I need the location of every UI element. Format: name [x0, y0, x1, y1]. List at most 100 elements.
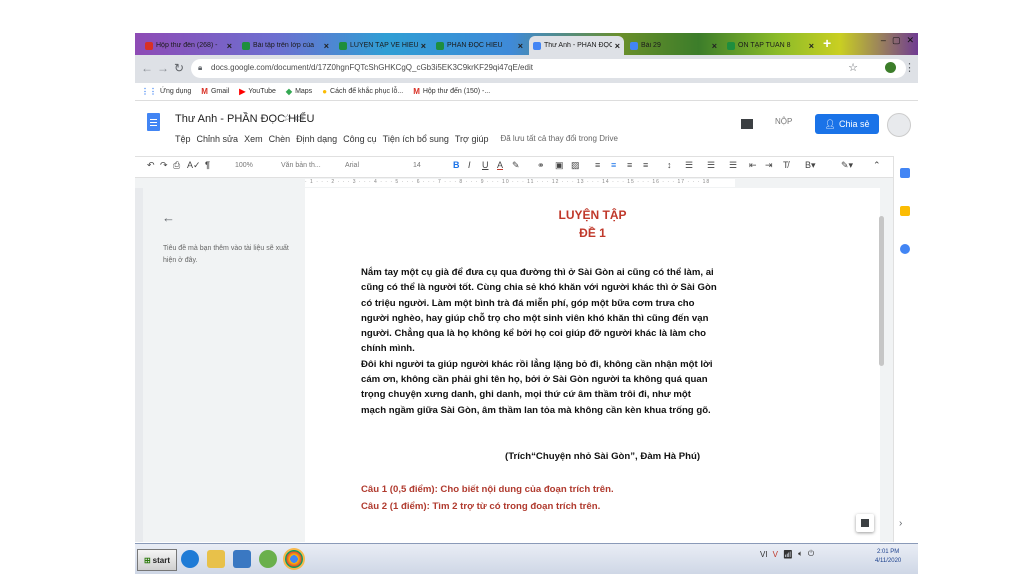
reload-icon[interactable]: ↻ [174, 61, 184, 75]
tab-classroom[interactable]: Bài tập trên lớp của × [238, 36, 333, 55]
close-tab-icon[interactable]: × [712, 41, 717, 51]
image-icon[interactable]: ▨ [571, 160, 580, 171]
scrollbar-thumb[interactable] [879, 216, 884, 366]
increase-indent-icon[interactable]: ⇥ [765, 160, 773, 171]
bookmark-maps[interactable]: ◆ Maps [286, 87, 312, 96]
bookmark-gmail[interactable]: M Gmail [201, 87, 229, 96]
document-page[interactable]: LUYỆN TẬP ĐỀ 1 Nắm tay một cụ già để đưa… [305, 188, 880, 542]
close-window-icon[interactable]: ✕ [906, 35, 914, 46]
network-icon[interactable]: 📶︎ [783, 550, 793, 559]
collapse-toolbar-icon[interactable]: ⌃ [873, 160, 881, 171]
bold-icon[interactable]: B [453, 160, 460, 170]
align-center-icon[interactable]: ≡ [611, 160, 616, 170]
bookmark-inbox[interactable]: M Hộp thư đến (150) -... [413, 87, 490, 96]
new-tab-button[interactable]: + [823, 35, 831, 51]
menu-edit[interactable]: Chỉnh sửa [197, 134, 239, 144]
power-icon[interactable]: ⏻ [808, 549, 814, 559]
app-icon[interactable] [259, 550, 277, 568]
close-tab-icon[interactable]: × [809, 41, 814, 51]
decrease-indent-icon[interactable]: ⇤ [749, 160, 757, 171]
style-select[interactable]: Văn bản th... [281, 162, 321, 169]
maximize-icon[interactable]: ▢ [892, 35, 901, 46]
tab-bai-29[interactable]: Bài 29 × [626, 36, 721, 55]
clear-format-icon[interactable]: T̸ [783, 160, 789, 170]
google-docs-icon[interactable] [147, 113, 160, 131]
vertical-ruler[interactable] [135, 188, 143, 542]
close-tab-icon[interactable]: × [421, 41, 426, 51]
keep-icon[interactable] [900, 206, 910, 216]
file-explorer-icon[interactable] [207, 550, 225, 568]
start-button[interactable]: ⊞ start [137, 549, 177, 571]
bookmark-apps[interactable]: ⋮⋮ Ứng dụng [141, 87, 191, 96]
submit-button[interactable]: NỘP [775, 117, 792, 126]
link-icon[interactable]: ⚭ [537, 160, 545, 171]
tab-phan-doc-hieu[interactable]: PHẦN ĐỌC HIỂU × [432, 36, 527, 55]
highlight-icon[interactable]: ✎ [512, 160, 520, 171]
calendar-icon[interactable] [900, 168, 910, 178]
menu-help[interactable]: Trợ giúp [455, 134, 489, 144]
menu-format[interactable]: Định dạng [296, 134, 337, 144]
redo-icon[interactable]: ↷ [160, 160, 168, 171]
italic-icon[interactable]: I [468, 160, 471, 170]
menu-file[interactable]: Tệp [175, 134, 191, 144]
chrome-icon[interactable] [285, 550, 303, 568]
volume-icon[interactable]: 🔈︎ [798, 549, 803, 559]
spellcheck-icon[interactable]: A✓ [187, 160, 201, 171]
justify-icon[interactable]: ≡ [643, 160, 648, 170]
bookmark-youtube[interactable]: ▶ YouTube [239, 87, 276, 96]
move-folder-icon[interactable]: ▭ [295, 113, 304, 124]
account-avatar[interactable] [887, 113, 911, 137]
editing-mode-icon[interactable]: ✎▾ [841, 160, 853, 171]
back-icon[interactable]: ← [141, 61, 153, 75]
close-tab-icon[interactable]: × [227, 41, 232, 51]
system-clock[interactable]: 2:01 PM 4/11/2020 [875, 548, 901, 566]
align-right-icon[interactable]: ≡ [627, 160, 632, 170]
extension-icon[interactable] [885, 62, 896, 73]
menu-addons[interactable]: Tiện ích bổ sung [383, 134, 449, 144]
chevron-right-icon[interactable]: › [899, 518, 902, 529]
bookmark-star-icon[interactable]: ☆ [848, 61, 858, 74]
underline-icon[interactable]: U [482, 160, 489, 170]
tab-gmail[interactable]: Hộp thư đến (268) - × [141, 36, 236, 55]
tab-luyen-tap[interactable]: LUYỆN TẬP VỀ HIỂU × [335, 36, 430, 55]
menu-tools[interactable]: Công cụ [343, 134, 377, 144]
line-spacing-icon[interactable]: ↕ [667, 160, 672, 170]
close-tab-icon[interactable]: × [518, 41, 523, 51]
forward-icon[interactable]: → [157, 61, 169, 75]
ie-icon[interactable] [181, 550, 199, 568]
checklist-icon[interactable]: ☰ [685, 160, 693, 171]
menu-insert[interactable]: Chèn [269, 134, 291, 144]
keyboard-icon[interactable]: V [773, 550, 778, 559]
close-tab-icon[interactable]: × [615, 41, 620, 51]
lock-icon[interactable]: 🔒︎ [198, 63, 202, 73]
font-size-select[interactable]: 14 [413, 162, 421, 169]
minimize-icon[interactable]: – [881, 35, 886, 46]
bookmark-fix[interactable]: ● Cách để khắc phục lỗ... [322, 87, 403, 96]
bulleted-list-icon[interactable]: ☰ [707, 160, 715, 171]
back-arrow-icon[interactable]: ← [162, 210, 175, 225]
media-player-icon[interactable] [233, 550, 251, 568]
zoom-select[interactable]: 100% [235, 162, 253, 169]
save-status[interactable]: Đã lưu tất cả thay đổi trong Drive [500, 134, 617, 144]
print-icon[interactable]: ⎙ [173, 160, 180, 171]
explore-button[interactable] [856, 514, 874, 532]
text-color-icon[interactable]: A [497, 160, 503, 170]
more-menu-icon[interactable]: ⋮ [904, 61, 915, 74]
menu-view[interactable]: Xem [244, 134, 263, 144]
tab-active-doc[interactable]: Thư Anh - PHẦN ĐỌC × [529, 36, 624, 55]
paint-format-icon[interactable]: ¶ [205, 160, 210, 170]
language-indicator[interactable]: VI [760, 550, 768, 559]
align-left-icon[interactable]: ≡ [595, 160, 600, 170]
tasks-icon[interactable] [900, 244, 910, 254]
comment-add-icon[interactable]: ▣ [555, 160, 564, 171]
input-tools-icon[interactable]: B▾ [805, 160, 816, 171]
comment-icon[interactable] [741, 119, 753, 129]
share-button[interactable]: 👤︎ Chia sẻ [815, 114, 879, 134]
star-icon[interactable]: ☆ [283, 113, 292, 124]
font-select[interactable]: Arial [345, 162, 359, 169]
undo-icon[interactable]: ↶ [147, 160, 155, 171]
numbered-list-icon[interactable]: ☰ [729, 160, 737, 171]
horizontal-ruler[interactable]: · 1 · · · 2 · · · 3 · · · 4 · · · 5 · · … [135, 178, 893, 188]
tab-on-tap[interactable]: ÔN TẬP TUẦN 8 × [723, 36, 818, 55]
close-tab-icon[interactable]: × [324, 41, 329, 51]
